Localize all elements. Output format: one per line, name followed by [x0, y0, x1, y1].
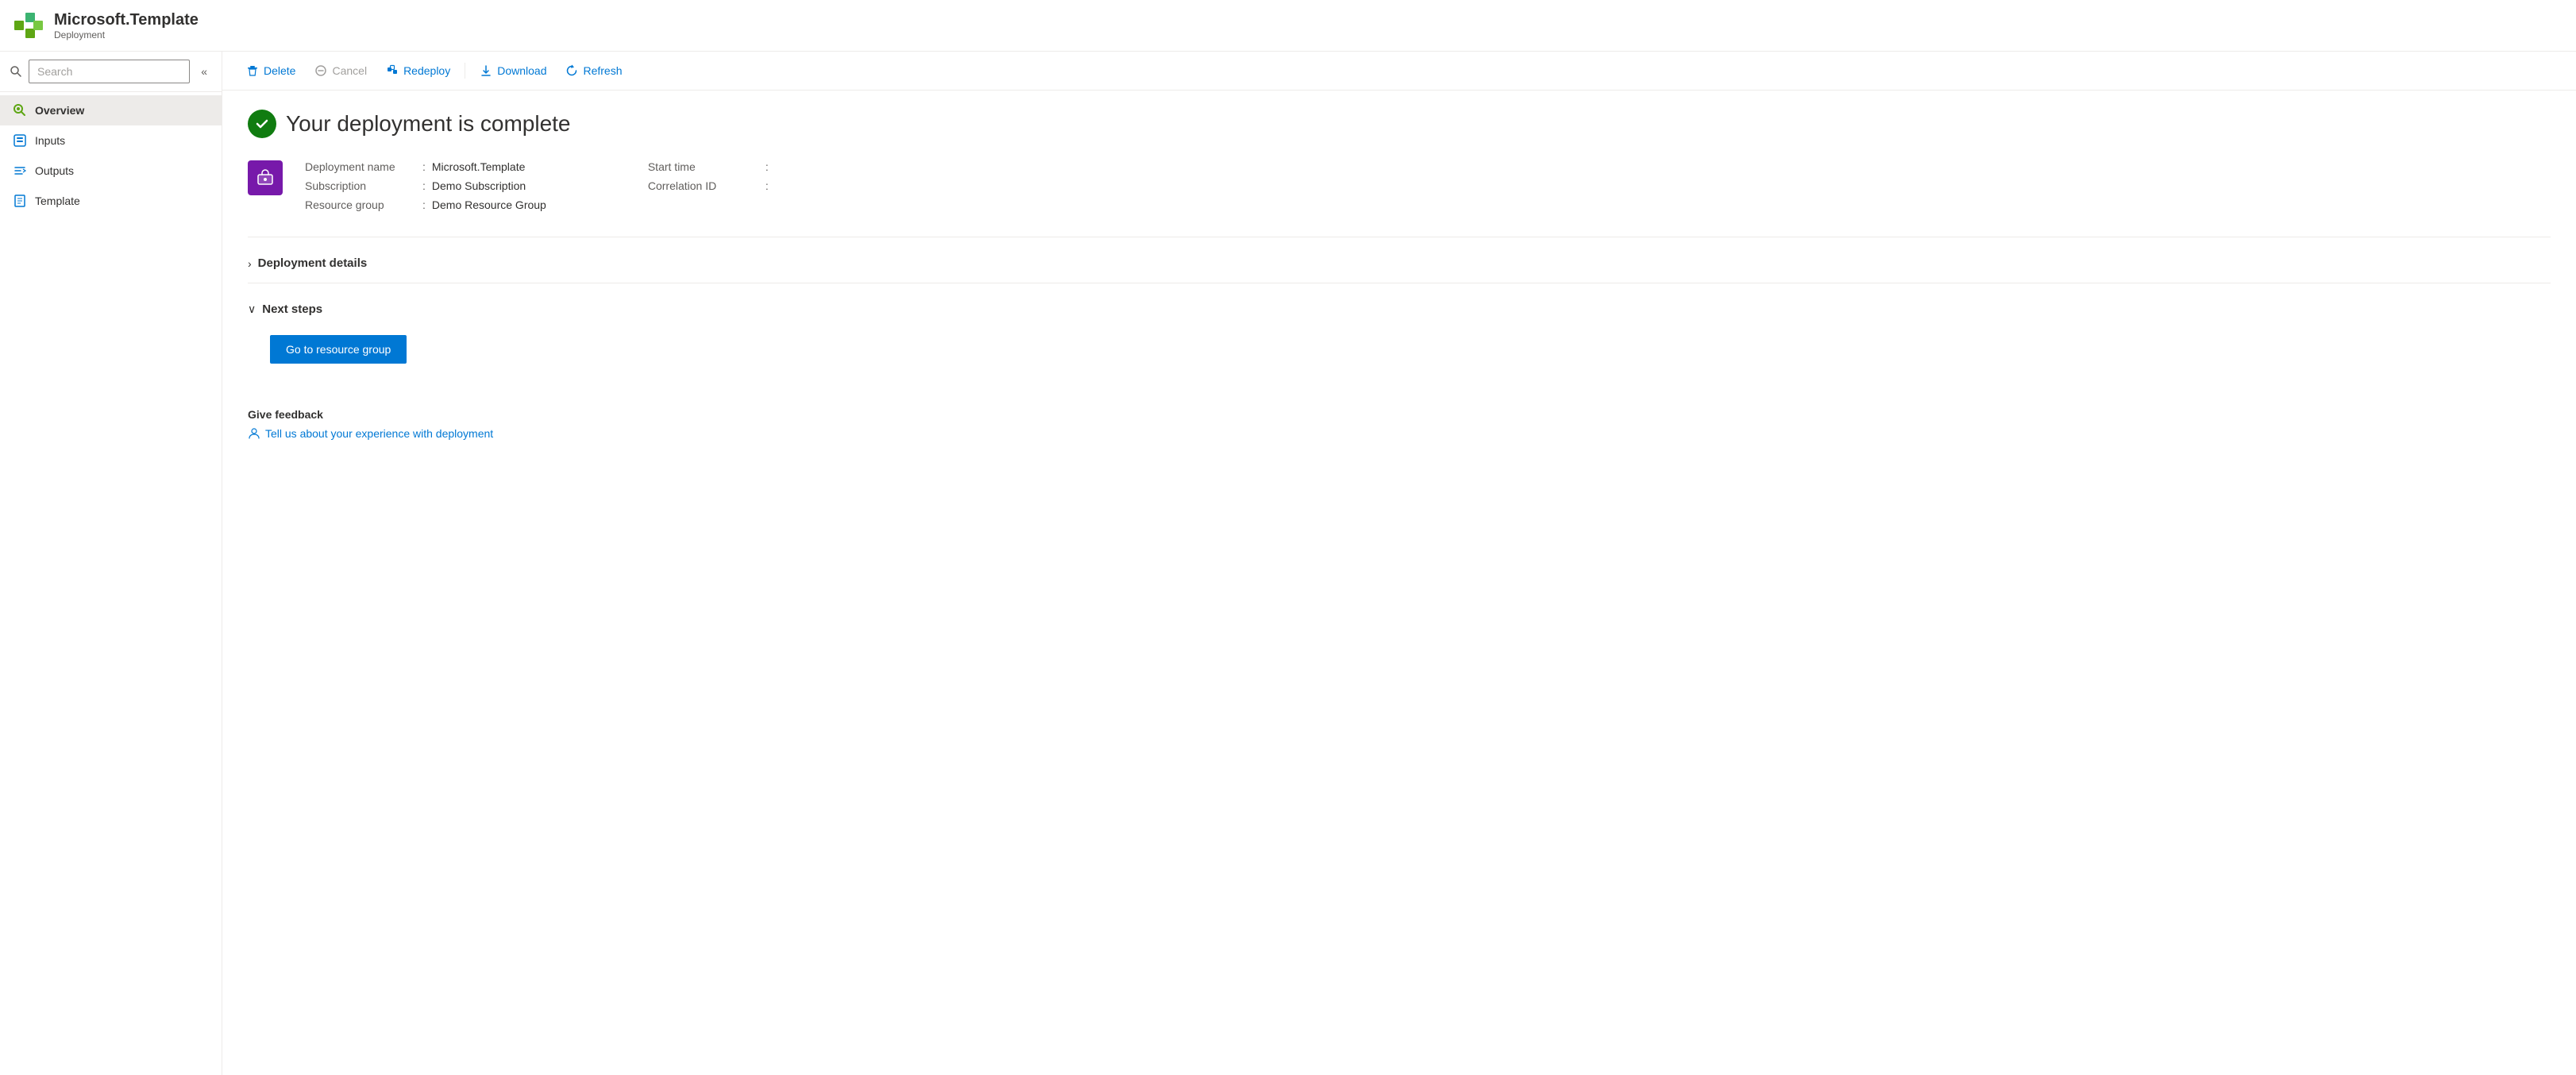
deployment-details-chevron-icon: ›: [248, 257, 252, 270]
content-area: Delete Cancel Redeploy: [222, 52, 2576, 1075]
sidebar-item-overview[interactable]: Overview: [0, 95, 222, 125]
feedback-person-icon: [248, 427, 260, 440]
deployment-resource-icon: [248, 160, 283, 195]
sidebar-item-outputs-label: Outputs: [35, 164, 74, 177]
outputs-icon: [13, 164, 27, 178]
redeploy-button[interactable]: Redeploy: [378, 60, 458, 82]
cancel-icon: [314, 64, 327, 77]
search-input[interactable]: [29, 60, 190, 83]
field-start-time: Start time :: [648, 160, 775, 173]
search-bar: «: [0, 52, 222, 92]
sidebar-nav: Overview Inputs: [0, 92, 222, 219]
toolbar: Delete Cancel Redeploy: [222, 52, 2576, 91]
sidebar-item-outputs[interactable]: Outputs: [0, 156, 222, 186]
next-steps-content: Go to resource group: [248, 322, 2551, 376]
deployment-details-section: › Deployment details: [248, 237, 2551, 276]
field-deployment-name: Deployment name : Microsoft.Template: [305, 160, 546, 173]
refresh-icon: [565, 64, 578, 77]
sidebar: « Overview: [0, 52, 222, 1075]
field-correlation-id: Correlation ID :: [648, 179, 775, 192]
download-button[interactable]: Download: [472, 60, 554, 82]
main-layout: « Overview: [0, 52, 2576, 1075]
inputs-icon: [13, 133, 27, 148]
sidebar-item-inputs-label: Inputs: [35, 134, 65, 147]
sidebar-item-overview-label: Overview: [35, 104, 84, 117]
refresh-button[interactable]: Refresh: [557, 60, 630, 82]
feedback-link[interactable]: Tell us about your experience with deplo…: [248, 427, 2551, 440]
overview-icon: [13, 103, 27, 118]
deployment-status-header: Your deployment is complete: [248, 110, 2551, 138]
field-resource-group: Resource group : Demo Resource Group: [305, 198, 546, 211]
sidebar-item-inputs[interactable]: Inputs: [0, 125, 222, 156]
collapse-sidebar-button[interactable]: «: [196, 62, 212, 81]
deployment-info: Deployment name : Microsoft.Template Sub…: [248, 160, 2551, 211]
delete-icon: [246, 64, 259, 77]
download-icon: [480, 64, 492, 77]
next-steps-toggle[interactable]: ∨ Next steps: [248, 296, 2551, 322]
azure-logo-icon: [13, 10, 44, 41]
next-steps-section: ∨ Next steps Go to resource group: [248, 283, 2551, 376]
delete-button[interactable]: Delete: [238, 60, 303, 82]
next-steps-chevron-icon: ∨: [248, 302, 256, 316]
search-icon: [10, 65, 22, 78]
main-content: Your deployment is complete: [222, 91, 2576, 459]
header: Microsoft.Template Deployment: [0, 0, 2576, 52]
sidebar-item-template-label: Template: [35, 195, 80, 207]
page-subtitle: Deployment: [54, 29, 199, 40]
deployment-fields-right: Start time : Correlation ID :: [648, 160, 775, 211]
deployment-complete-title: Your deployment is complete: [286, 111, 571, 137]
feedback-section: Give feedback Tell us about your experie…: [248, 395, 2551, 440]
cancel-button[interactable]: Cancel: [307, 60, 375, 82]
app-layout: Microsoft.Template Deployment «: [0, 0, 2576, 1075]
header-text: Microsoft.Template Deployment: [54, 11, 199, 40]
go-to-resource-group-button[interactable]: Go to resource group: [270, 335, 407, 364]
field-subscription: Subscription : Demo Subscription: [305, 179, 546, 192]
page-title: Microsoft.Template: [54, 11, 199, 29]
template-icon: [13, 194, 27, 208]
success-icon: [248, 110, 276, 138]
deployment-fields-left: Deployment name : Microsoft.Template Sub…: [305, 160, 546, 211]
deployment-details-toggle[interactable]: › Deployment details: [248, 250, 2551, 276]
redeploy-icon: [386, 64, 399, 77]
feedback-title: Give feedback: [248, 408, 2551, 421]
sidebar-item-template[interactable]: Template: [0, 186, 222, 216]
